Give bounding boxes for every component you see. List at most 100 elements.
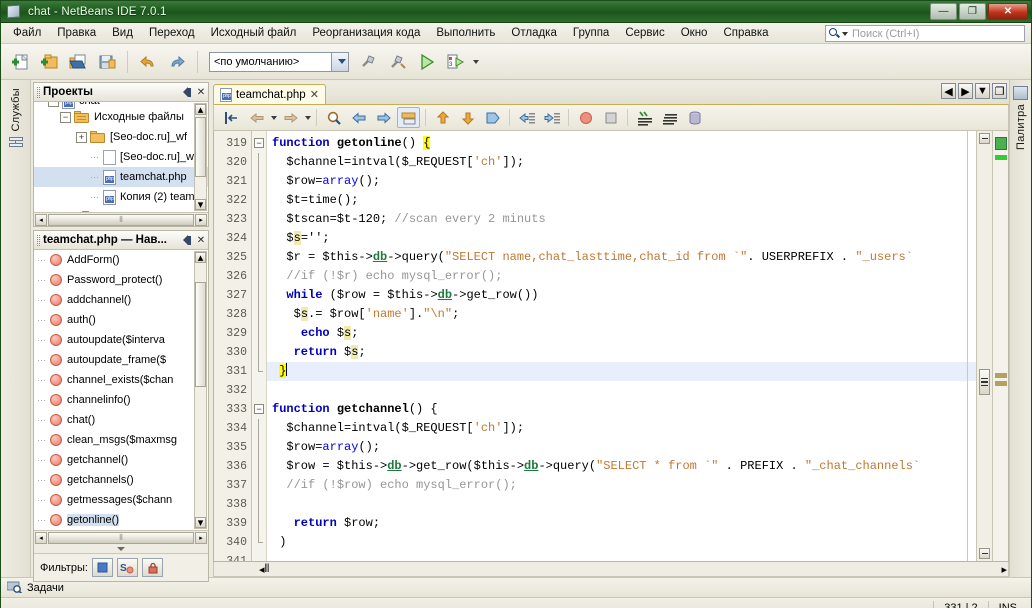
magnifier-icon[interactable] [322,107,345,128]
list-item[interactable]: ⋯ clean_msgs($maxmsg [34,430,208,450]
code-line-321[interactable]: $row=array(); [267,172,976,191]
list-item[interactable]: ⋯ channel_exists($chan [34,370,208,390]
static-members-icon[interactable]: S [116,558,138,577]
list-item-selected[interactable]: ⋯ getonline() [34,510,208,530]
scroll-right-icon[interactable]: ▸ [195,531,207,544]
code-line-319[interactable]: function getonline() { [267,134,976,153]
code-line-338[interactable] [267,495,976,514]
toggle-bookmark-icon[interactable] [481,107,504,128]
fold-collapse-icon[interactable]: − [254,138,264,148]
menu-tools[interactable]: Сервис [617,24,672,42]
expander-icon[interactable]: − [60,111,71,123]
uncomment-icon[interactable] [658,107,681,128]
tab-scroll-left-icon[interactable]: ◀ [941,83,956,99]
code-line-324[interactable]: $s=''; [267,229,976,248]
code-editor[interactable]: 319 320 321 322 323 324 325 326 327 328 … [213,131,1009,562]
forward-dropdown-arrow-icon[interactable] [305,115,311,120]
list-item[interactable]: ⋯ channelinfo() [34,390,208,410]
config-combo[interactable]: <по умолчанию> [209,51,349,72]
code-line-327[interactable]: while ($row = $this->db->get_row()) [267,286,976,305]
find-previous-icon[interactable] [347,107,370,128]
code-text-area[interactable]: function getonline() { $channel=intval($… [267,131,976,561]
minimize-icon[interactable] [180,233,194,247]
new-file-button[interactable] [7,49,33,75]
scroll-down-icon[interactable]: ▾ [195,517,206,529]
blue-square-icon[interactable] [91,558,113,577]
menu-help[interactable]: Справка [715,24,776,42]
fold-collapse-icon[interactable]: − [254,404,264,414]
list-item[interactable]: ⋯ autoupdate($interva [34,330,208,350]
menu-source[interactable]: Исходный файл [203,24,305,42]
annotation-occurrence-marker[interactable] [995,373,1007,378]
code-line-320[interactable]: $channel=intval($_REQUEST['ch']); [267,153,976,172]
code-line-328[interactable]: $s.= $row['name']."\n"; [267,305,976,324]
debug-dropdown-arrow-icon[interactable] [473,59,479,64]
menu-view[interactable]: Вид [104,24,141,42]
editor-horizontal-scrollbar[interactable]: ◂ ⦀ ▸ [213,562,1009,577]
menu-team[interactable]: Группа [565,24,617,42]
scroll-up-icon[interactable]: ▴ [195,104,206,116]
scroll-left-icon[interactable]: ◂ [35,531,47,544]
tab-list-icon[interactable]: ▼ [975,83,990,99]
scroll-down-icon[interactable] [979,548,990,559]
shift-right-icon[interactable] [540,107,563,128]
forward-arrow-icon[interactable] [279,107,302,128]
list-item[interactable]: ⋯ AddForm() [34,250,208,270]
code-line-323[interactable]: $tscan=$t-120; //scan every 2 minuts [267,210,976,229]
code-line-329[interactable]: echo $s; [267,324,976,343]
code-line-341[interactable] [267,552,976,561]
code-line-330[interactable]: return $s; [267,343,976,362]
projects-horizontal-scrollbar[interactable]: ◂ ⦀ ▸ [34,212,208,226]
scrollbar-thumb[interactable]: ⦀ [48,531,194,544]
back-arrow-icon[interactable] [245,107,268,128]
editor-vertical-scrollbar[interactable] [976,131,992,561]
code-line-339[interactable]: return $row; [267,514,976,533]
database-icon[interactable] [683,107,706,128]
stop-icon[interactable] [599,107,622,128]
last-edit-icon[interactable] [220,107,243,128]
comment-icon[interactable] [633,107,656,128]
clean-build-button[interactable] [385,49,411,75]
code-line-340[interactable]: ) [267,533,976,552]
annotation-ok-marker[interactable] [995,137,1007,150]
services-tab-label[interactable]: Службы [10,88,22,131]
projects-vertical-scrollbar[interactable]: ▴ ▾ [194,103,207,211]
code-line-334[interactable]: $channel=intval($_REQUEST['ch']); [267,419,976,438]
close-icon[interactable]: ✕ [310,88,319,101]
code-fold-column[interactable]: − − [252,131,267,561]
list-item[interactable]: ⋯ getchannels() [34,470,208,490]
tree-node-seodoc-file[interactable]: ⋯ [Seo-doc.ru]_wf [34,147,208,167]
palette-tab-label[interactable]: Палитра [1015,104,1027,150]
tab-scroll-right-icon[interactable]: ▶ [958,83,973,99]
menu-debug[interactable]: Отладка [503,24,564,42]
back-dropdown-arrow-icon[interactable] [271,115,277,120]
scroll-right-icon[interactable]: ▸ [1001,563,1007,576]
pane-grip[interactable] [37,234,40,246]
menu-navigate[interactable]: Переход [141,24,203,42]
scroll-left-icon[interactable]: ◂ [35,213,47,226]
tree-node-include-path[interactable]: ⋯ Путь к include [34,207,208,212]
annotation-occurrence-marker[interactable] [995,381,1007,386]
build-button[interactable] [356,49,382,75]
breakpoint-icon[interactable] [574,107,597,128]
code-line-331[interactable]: } [267,362,976,381]
scrollbar-thumb[interactable] [979,369,990,395]
tree-node-seodoc-folder[interactable]: + [Seo-doc.ru]_wf [34,127,208,147]
list-item[interactable]: ⋯ autoupdate_frame($ [34,350,208,370]
scrollbar-thumb[interactable] [195,117,206,177]
lock-icon[interactable] [141,558,163,577]
menu-file[interactable]: Файл [5,24,49,42]
scrollbar-thumb[interactable]: ⦀ [48,213,194,226]
maximize-editor-icon[interactable]: ❐ [992,83,1007,99]
minimize-icon[interactable] [180,85,194,99]
open-project-button[interactable] [65,49,91,75]
scrollbar-thumb[interactable]: ⦀ [265,563,732,576]
navigator-horizontal-scrollbar[interactable]: ◂ ⦀ ▸ [34,530,208,544]
menu-run[interactable]: Выполнить [428,24,503,42]
code-line-326[interactable]: //if (!$r) echo mysql_error(); [267,267,976,286]
expander-icon[interactable]: + [76,131,87,143]
scroll-down-icon[interactable]: ▾ [195,199,206,211]
scroll-up-icon[interactable] [979,133,990,144]
scroll-right-icon[interactable]: ▸ [195,213,207,226]
scroll-up-icon[interactable]: ▴ [195,252,206,264]
